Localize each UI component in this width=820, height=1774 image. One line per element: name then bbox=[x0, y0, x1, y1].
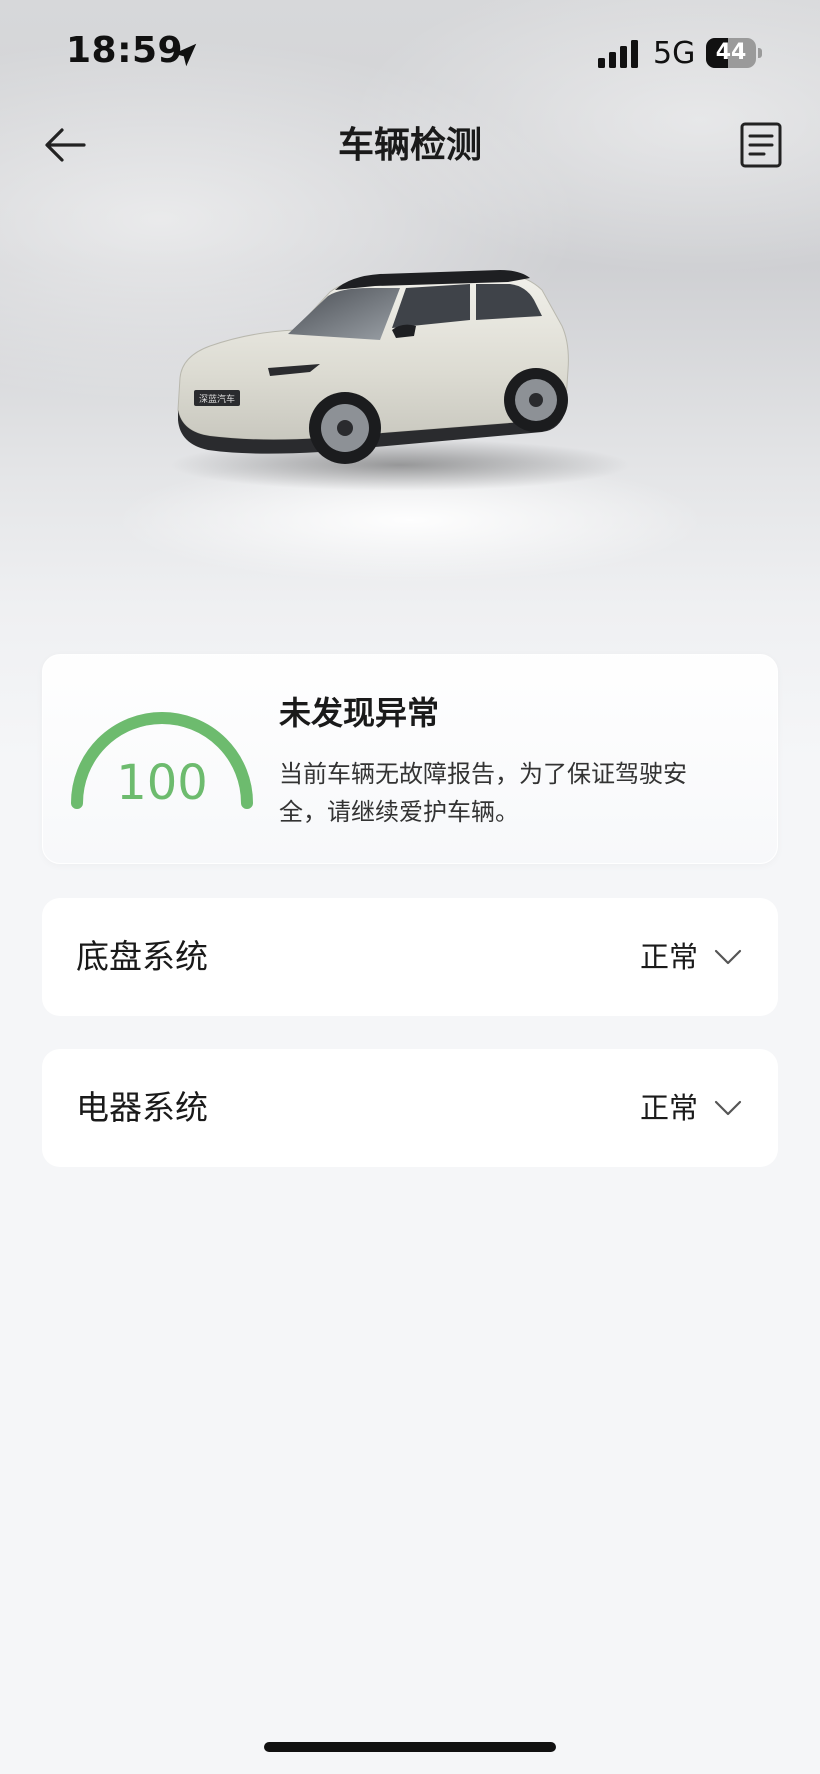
battery-level: 44 bbox=[715, 40, 747, 65]
battery-icon: 44 bbox=[706, 38, 762, 68]
page-title: 车辆检测 bbox=[337, 125, 482, 166]
battery-tip bbox=[758, 48, 762, 58]
vehicle-image: 深蓝汽车 bbox=[170, 270, 630, 491]
system-row-electrical[interactable]: 电器系统 正常 bbox=[42, 1049, 778, 1167]
health-status-title: 未发现异常 bbox=[279, 694, 440, 732]
system-name: 底盘系统 bbox=[76, 937, 208, 976]
home-indicator[interactable] bbox=[264, 1742, 556, 1752]
network-type: 5G bbox=[653, 36, 696, 71]
system-row-chassis[interactable]: 底盘系统 正常 bbox=[42, 898, 778, 1016]
cellular-signal-icon bbox=[598, 40, 638, 68]
health-score-card: 100 未发现异常 当前车辆无故障报告，为了保证驾驶安全，请继续爱护车辆。 bbox=[42, 654, 778, 864]
back-arrow-icon[interactable] bbox=[40, 120, 90, 170]
battery-body: 44 bbox=[706, 38, 756, 68]
health-score-value: 100 bbox=[116, 755, 208, 811]
status-bar: 18:59 5G 44 bbox=[0, 0, 820, 110]
license-plate-text: 深蓝汽车 bbox=[199, 393, 235, 405]
chevron-down-icon[interactable] bbox=[714, 1095, 742, 1121]
status-time: 18:59 bbox=[66, 30, 184, 71]
health-status-description: 当前车辆无故障报告，为了保证驾驶安全，请继续爱护车辆。 bbox=[279, 760, 687, 826]
location-arrow-icon bbox=[173, 43, 197, 67]
system-status: 正常 bbox=[639, 940, 698, 974]
system-status: 正常 bbox=[639, 1091, 698, 1125]
chevron-down-icon[interactable] bbox=[714, 944, 742, 970]
system-name: 电器系统 bbox=[76, 1088, 208, 1127]
document-icon[interactable] bbox=[738, 120, 786, 170]
